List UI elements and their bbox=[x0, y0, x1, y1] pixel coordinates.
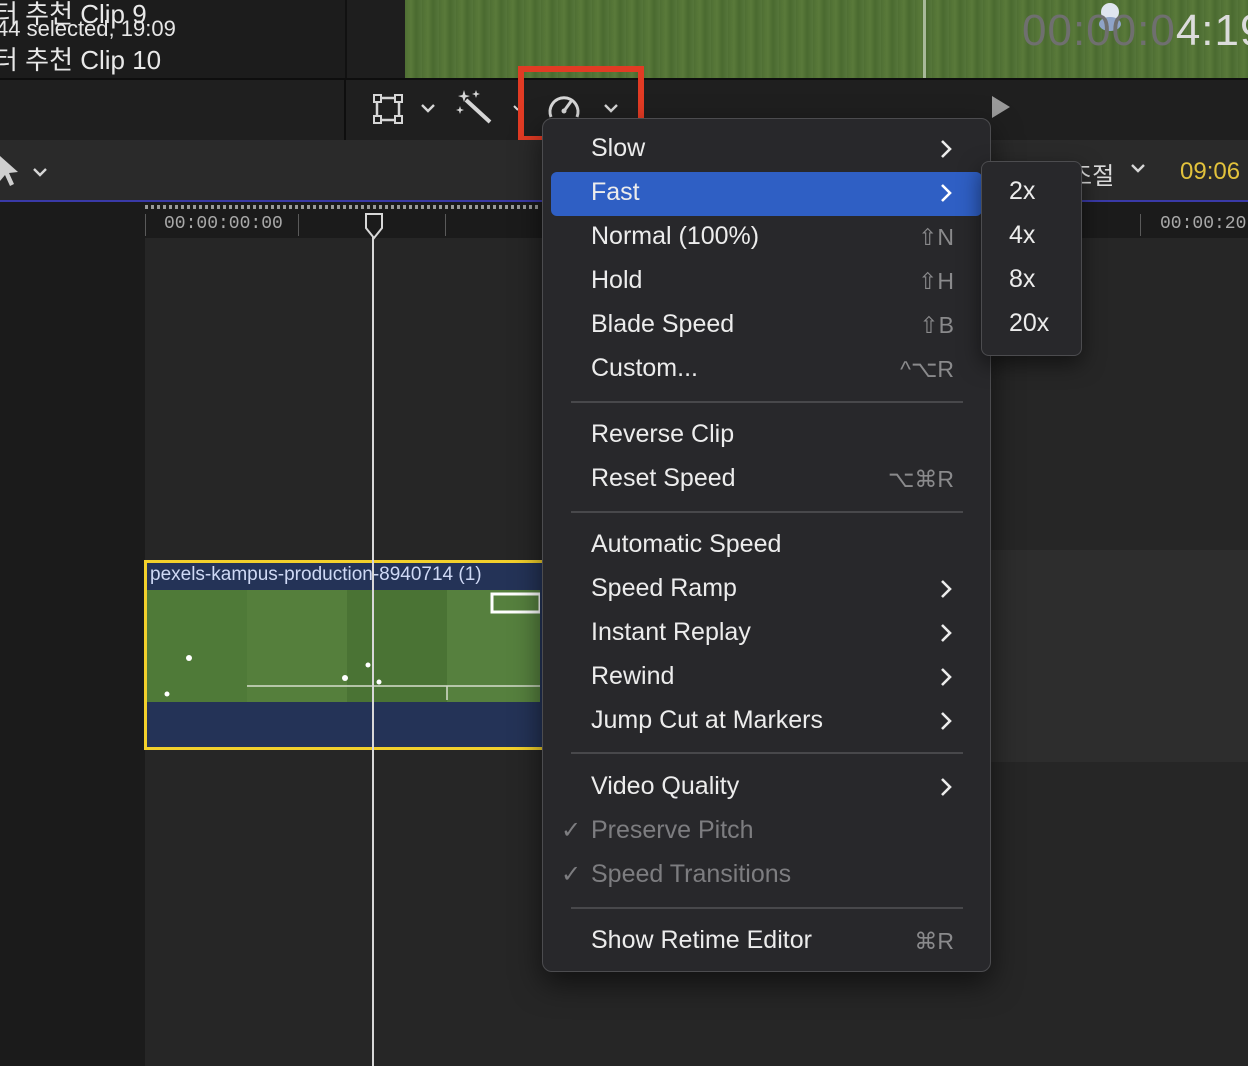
submenu-item-8x[interactable]: 8x bbox=[982, 259, 1081, 303]
timeline-lane bbox=[990, 550, 1248, 762]
submenu-item-label: 20x bbox=[1009, 309, 1050, 337]
menu-item-custom[interactable]: Custom... ^⌥R bbox=[551, 348, 982, 392]
menu-item-label: Preserve Pitch bbox=[591, 816, 754, 844]
menu-item-label: Hold bbox=[591, 266, 643, 294]
submenu-item-4x[interactable]: 4x bbox=[982, 215, 1081, 259]
menu-shortcut: ⇧N bbox=[918, 224, 954, 250]
menu-item-hold[interactable]: Hold ⇧H bbox=[551, 260, 982, 304]
toolbar-divider bbox=[344, 80, 346, 140]
duration-readout: 09:06 bbox=[1180, 158, 1241, 185]
chevron-right-icon bbox=[941, 624, 952, 642]
submenu-item-label: 8x bbox=[1009, 265, 1036, 293]
menu-item-label: Speed Ramp bbox=[591, 574, 737, 602]
menu-item-reverse-clip[interactable]: Reverse Clip bbox=[551, 414, 982, 458]
ruler-tick bbox=[445, 214, 446, 236]
menu-item-label: Speed Transitions bbox=[591, 860, 792, 888]
menu-item-speed-transitions[interactable]: ✓ Speed Transitions bbox=[551, 854, 982, 898]
menu-item-label: Video Quality bbox=[591, 772, 740, 800]
menu-item-label: Blade Speed bbox=[591, 310, 735, 338]
chevron-right-icon bbox=[941, 580, 952, 598]
menu-item-speed-ramp[interactable]: Speed Ramp bbox=[551, 568, 982, 612]
menu-item-slow[interactable]: Slow bbox=[551, 128, 982, 172]
play-icon[interactable] bbox=[992, 96, 1010, 118]
menu-item-label: Automatic Speed bbox=[591, 530, 782, 558]
menu-item-label: Normal (100%) bbox=[591, 222, 760, 250]
chevron-right-icon bbox=[941, 668, 952, 686]
menu-separator bbox=[571, 511, 963, 513]
ruler-tick bbox=[145, 214, 146, 236]
menu-item-label: Reset Speed bbox=[591, 464, 736, 492]
menu-item-video-quality[interactable]: Video Quality bbox=[551, 766, 982, 810]
playhead-handle-icon[interactable] bbox=[364, 212, 384, 240]
menu-shortcut: ^⌥R bbox=[900, 356, 954, 382]
fast-submenu: 2x 4x 8x 20x bbox=[981, 161, 1082, 356]
menu-item-instant-replay[interactable]: Instant Replay bbox=[551, 612, 982, 656]
clip-thumbnail bbox=[147, 590, 540, 702]
menu-item-show-retime-editor[interactable]: Show Retime Editor ⌘R bbox=[551, 920, 982, 964]
select-tool-icon[interactable] bbox=[0, 154, 22, 188]
chevron-right-icon bbox=[941, 140, 952, 158]
menu-item-automatic-speed[interactable]: Automatic Speed bbox=[551, 524, 982, 568]
menu-separator bbox=[571, 401, 963, 403]
transform-icon[interactable] bbox=[372, 93, 404, 125]
menu-item-label: Show Retime Editor bbox=[591, 926, 812, 954]
timecode-display: 00:00:04:19 bbox=[1022, 6, 1248, 56]
ruler-range bbox=[145, 205, 540, 209]
submenu-item-2x[interactable]: 2x bbox=[982, 171, 1081, 215]
menu-item-label: Fast bbox=[591, 178, 640, 206]
checkmark-icon: ✓ bbox=[561, 817, 582, 844]
ruler-tick bbox=[298, 214, 299, 236]
chevron-right-icon bbox=[941, 184, 952, 202]
menu-item-label: Jump Cut at Markers bbox=[591, 706, 824, 734]
menu-item-label: Reverse Clip bbox=[591, 420, 735, 448]
submenu-item-label: 2x bbox=[1009, 177, 1036, 205]
magic-wand-icon[interactable] bbox=[456, 88, 494, 126]
menu-shortcut: ⌘R bbox=[914, 928, 954, 954]
speed-menu: Slow Fast Normal (100%) ⇧N Hold ⇧H Blade… bbox=[542, 118, 991, 972]
menu-item-normal[interactable]: Normal (100%) ⇧N bbox=[551, 216, 982, 260]
chevron-down-icon[interactable] bbox=[418, 100, 438, 116]
menu-item-label: Slow bbox=[591, 134, 646, 162]
menu-item-label: Instant Replay bbox=[591, 618, 751, 646]
menu-item-fast[interactable]: Fast bbox=[551, 172, 982, 216]
ruler-label: 00:00:00:00 bbox=[164, 214, 283, 234]
menu-item-reset-speed[interactable]: Reset Speed ⌥⌘R bbox=[551, 458, 982, 502]
browser-clip-item[interactable]: 터 추천 Clip 10 bbox=[0, 40, 161, 77]
playhead[interactable] bbox=[372, 214, 374, 1066]
menu-separator bbox=[571, 907, 963, 909]
menu-item-jump-cut[interactable]: Jump Cut at Markers bbox=[551, 700, 982, 744]
menu-separator bbox=[571, 752, 963, 754]
chevron-down-icon[interactable] bbox=[1128, 160, 1148, 176]
menu-item-preserve-pitch[interactable]: ✓ Preserve Pitch bbox=[551, 810, 982, 854]
chevron-right-icon bbox=[941, 778, 952, 796]
menu-item-rewind[interactable]: Rewind bbox=[551, 656, 982, 700]
menu-shortcut: ⇧H bbox=[918, 268, 954, 294]
clip-title: pexels-kampus-production-8940714 (1) bbox=[150, 564, 482, 585]
ruler-tick bbox=[1140, 214, 1141, 236]
ruler-label: 00:00:20 bbox=[1160, 214, 1247, 234]
menu-shortcut: ⇧B bbox=[919, 312, 954, 338]
field-line bbox=[923, 0, 926, 78]
menu-item-blade-speed[interactable]: Blade Speed ⇧B bbox=[551, 304, 982, 348]
checkmark-icon: ✓ bbox=[561, 861, 582, 888]
timecode-bright: 4:19 bbox=[1175, 6, 1248, 55]
chevron-right-icon bbox=[941, 712, 952, 730]
submenu-item-label: 4x bbox=[1009, 221, 1036, 249]
menu-item-label: Rewind bbox=[591, 662, 675, 690]
chevron-down-icon[interactable] bbox=[30, 164, 50, 180]
selection-status: 44 selected, 19:09 bbox=[0, 16, 176, 41]
timecode-dim: 00:00:0 bbox=[1022, 6, 1176, 55]
submenu-item-20x[interactable]: 20x bbox=[982, 303, 1081, 347]
menu-shortcut: ⌥⌘R bbox=[887, 466, 954, 492]
menu-item-label: Custom... bbox=[591, 354, 698, 382]
